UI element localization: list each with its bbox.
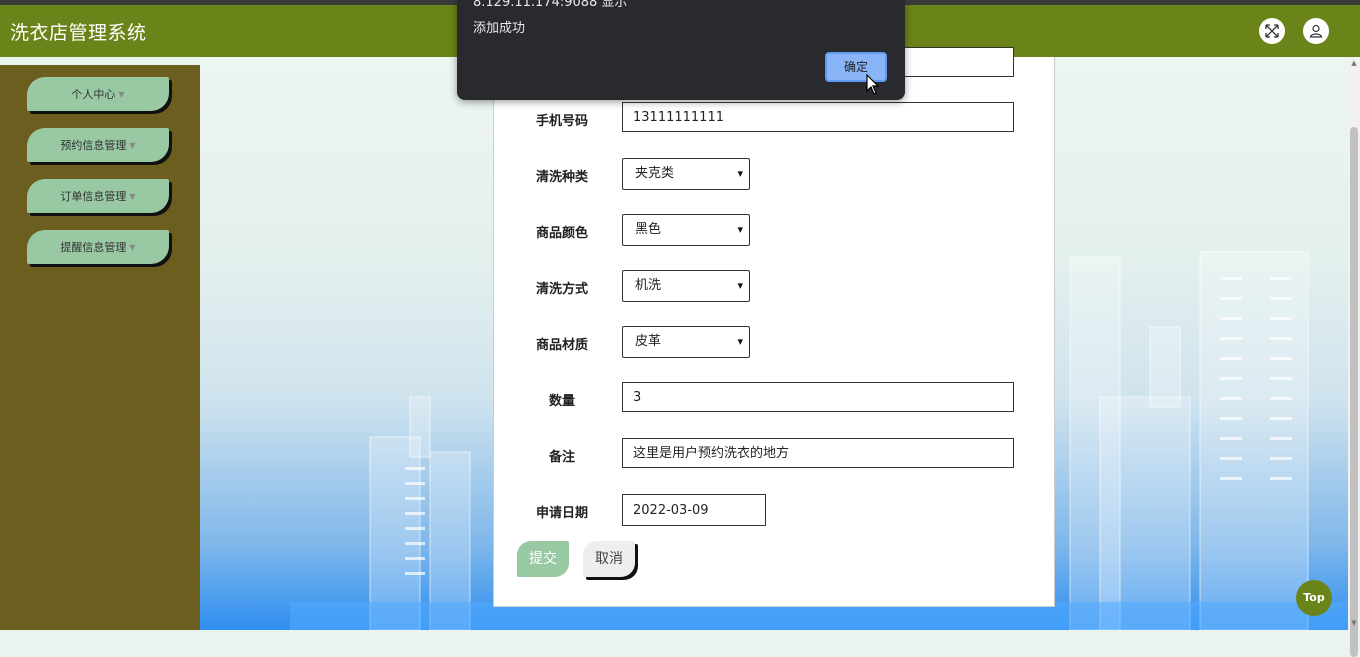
scrollbar-thumb[interactable] [1350, 127, 1358, 657]
scroll-down-icon[interactable]: ▼ [1348, 617, 1360, 629]
category-select-value: 夹克类 [635, 166, 675, 181]
material-label: 商品材质 [535, 338, 588, 353]
date-label: 申请日期 [535, 506, 588, 521]
cancel-button[interactable]: 取消 [583, 541, 635, 577]
scroll-up-icon[interactable]: ▲ [1348, 57, 1360, 69]
page-scrollbar[interactable]: ▲ ▼ [1348, 57, 1360, 657]
caret-down-icon: ▼ [129, 140, 136, 150]
caret-down-icon: ▼ [129, 191, 136, 201]
submit-button[interactable]: 提交 [517, 541, 569, 577]
chevron-down-icon: ▾ [737, 223, 743, 236]
category-select[interactable]: 夹克类 ▾ [622, 158, 750, 190]
sidebar-item-reminders[interactable]: 提醒信息管理 ▼ [27, 230, 169, 264]
quantity-input[interactable]: 3 [622, 382, 1014, 412]
alert-dialog: 8.129.11.174:9088 显示 添加成功 确定 [457, 0, 905, 100]
sidebar-item-label: 个人中心 [71, 88, 116, 101]
dialog-message: 添加成功 [473, 21, 526, 36]
phone-input[interactable]: 13111111111 [622, 102, 1014, 132]
chevron-down-icon: ▾ [737, 167, 743, 180]
color-select-value: 黑色 [635, 222, 662, 237]
material-select[interactable]: 皮革 ▾ [622, 326, 750, 358]
color-label: 商品颜色 [535, 226, 588, 241]
caret-down-icon: ▼ [129, 242, 136, 252]
method-select-value: 机洗 [635, 278, 662, 293]
back-to-top-button[interactable]: Top [1296, 580, 1332, 616]
booking-form: 手机号码 13111111111 清洗种类 夹克类 ▾ 商品颜色 黑色 ▾ 清洗… [493, 47, 1055, 607]
sidebar-item-orders[interactable]: 订单信息管理 ▼ [27, 179, 169, 213]
app-title: 洗衣店管理系统 [10, 22, 147, 44]
date-input[interactable]: 2022-03-09 [622, 494, 766, 526]
dialog-origin: 8.129.11.174:9088 显示 [473, 0, 628, 10]
mouse-cursor-icon [866, 74, 880, 95]
sidebar-item-label: 预约信息管理 [60, 139, 127, 152]
fullscreen-icon[interactable] [1259, 18, 1285, 44]
remark-label: 备注 [548, 450, 575, 465]
method-select[interactable]: 机洗 ▾ [622, 270, 750, 302]
sidebar-item-label: 订单信息管理 [60, 190, 127, 203]
quantity-label: 数量 [548, 394, 575, 409]
sidebar-item-label: 提醒信息管理 [60, 241, 127, 254]
method-label: 清洗方式 [535, 282, 588, 297]
user-icon[interactable] [1303, 18, 1329, 44]
chevron-down-icon: ▾ [737, 279, 743, 292]
sidebar: 个人中心 ▼ 预约信息管理 ▼ 订单信息管理 ▼ 提醒信息管理 ▼ [0, 65, 200, 630]
remark-input[interactable]: 这里是用户预约洗衣的地方 [622, 438, 1014, 468]
category-label: 清洗种类 [535, 170, 588, 185]
material-select-value: 皮革 [635, 334, 662, 349]
caret-down-icon: ▼ [118, 89, 125, 99]
sidebar-item-booking[interactable]: 预约信息管理 ▼ [27, 128, 169, 162]
color-select[interactable]: 黑色 ▾ [622, 214, 750, 246]
sidebar-item-personal-center[interactable]: 个人中心 ▼ [27, 77, 169, 111]
phone-label: 手机号码 [535, 114, 588, 129]
chevron-down-icon: ▾ [737, 335, 743, 348]
